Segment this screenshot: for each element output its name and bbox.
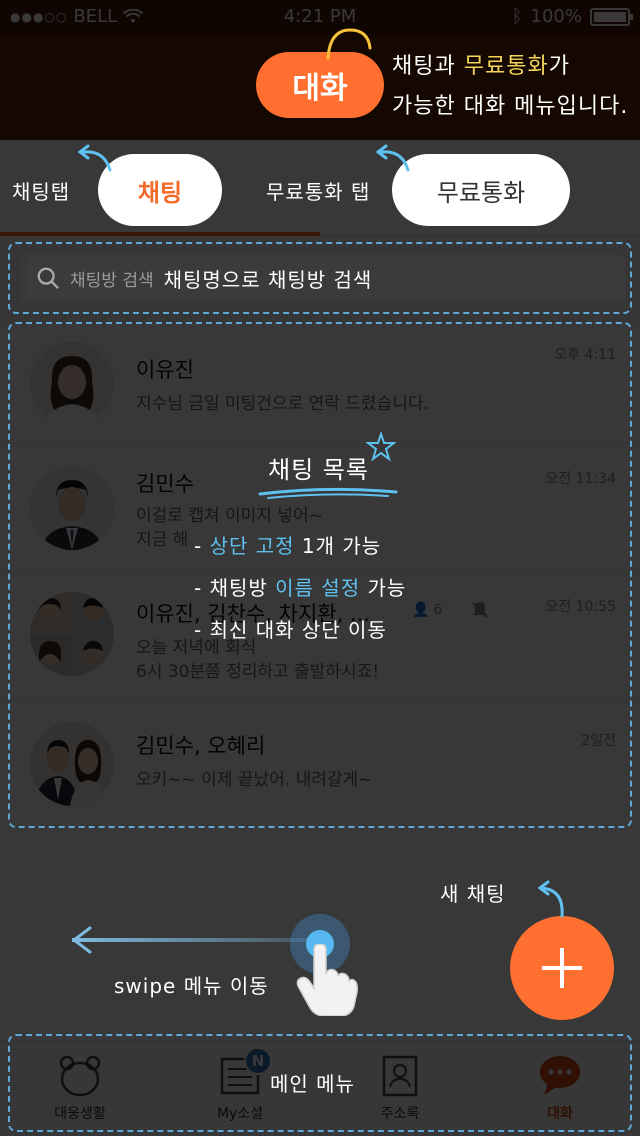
underline-scribble-icon	[258, 487, 398, 499]
curved-arrow-icon	[537, 880, 564, 918]
nav-label: 대화	[547, 1106, 573, 1122]
list-note-title: 채팅 목록	[268, 456, 369, 484]
contact-book-icon	[382, 1055, 418, 1097]
title-note-line1: 채팅과 무료통화가	[392, 48, 570, 80]
bluetooth-icon: ᛒ	[511, 6, 523, 27]
search-placeholder: 채팅방 검색	[70, 270, 154, 291]
note-text: 1개 가능	[294, 534, 382, 558]
note-text: - 채팅방	[194, 576, 276, 600]
couple-avatar-icon	[30, 722, 114, 806]
nav-item-conversation[interactable]: 대화	[480, 1041, 640, 1136]
tab-free-call[interactable]: 무료통화	[392, 154, 570, 226]
group-avatar	[30, 722, 114, 806]
nav-label: 대웅생활	[54, 1106, 106, 1122]
person-icon: 👤	[412, 602, 430, 618]
chat-item-4[interactable]: 김민수, 오혜리 오키~~ 이제 끝났어. 내려갈게~ 2일전	[0, 702, 640, 832]
swipe-note: swipe 메뉴 이동	[114, 974, 269, 998]
chat-bubble-icon	[540, 1056, 580, 1095]
list-note-item3: - 최신 대화 상단 이동	[194, 618, 387, 642]
chat-name: 김민수, 오혜리	[136, 734, 266, 758]
chat-message: 오키~~ 이제 끝났어. 내려갈게~	[136, 770, 373, 790]
member-count-value: 6	[433, 602, 443, 618]
group-avatar-icon	[30, 592, 114, 676]
status-right: ᛒ 100%	[511, 6, 633, 27]
member-count: 👤 6	[412, 602, 442, 618]
group-avatar	[30, 592, 114, 676]
star-icon	[366, 432, 396, 462]
menu-title-pill[interactable]: 대화	[256, 52, 384, 118]
chat-message: 지수님 금일 미팅건으로 연락 드렸습니다.	[136, 394, 429, 414]
battery-icon	[590, 7, 633, 26]
avatar	[30, 466, 114, 550]
nav-label: My소셜	[216, 1106, 264, 1122]
chat-message: 이걸로 캡쳐 이미지 넣어~	[136, 506, 323, 526]
nav-item-daewoong-life[interactable]: 대웅생활	[0, 1041, 160, 1136]
chat-item-1[interactable]: 이유진 지수님 금일 미팅건으로 연락 드렸습니다. 오후 4:11	[0, 322, 640, 444]
chat-name: 이유진	[136, 358, 194, 382]
person-avatar-icon	[30, 466, 114, 550]
avatar	[30, 342, 114, 426]
search-note: 채팅명으로 채팅방 검색	[163, 267, 373, 292]
nav-label: 주소록	[380, 1106, 420, 1122]
chat-tab-note: 채팅탭	[12, 180, 71, 204]
list-note-item2: - 채팅방 이름 설정 가능	[194, 572, 406, 601]
swipe-arrow-line	[72, 938, 312, 942]
chat-name: 김민수	[136, 472, 194, 496]
curl-arrow-icon	[326, 28, 372, 60]
person-avatar-icon	[30, 342, 114, 426]
call-tab-note: 무료통화 탭	[266, 180, 371, 204]
note-text: 가	[548, 54, 570, 79]
chat-time: 오후 4:11	[554, 347, 616, 363]
note-highlight: 상단 고정	[209, 534, 295, 558]
search-icon	[37, 267, 59, 289]
note-text: -	[194, 534, 210, 558]
new-badge: N	[244, 1047, 272, 1075]
note-text: 채팅과	[392, 54, 464, 79]
title-note-line2: 가능한 대화 메뉴입니다.	[392, 94, 629, 119]
chat-time: 오전 10:55	[545, 599, 616, 615]
arrow-left-icon	[71, 926, 92, 954]
chat-message-line2: 6시 30분쯤 정리하고 출발하시죠!	[136, 662, 380, 682]
curved-arrow-icon	[77, 144, 112, 172]
search-preview: 채팅방 검색 채팅명으로 채팅방 검색	[26, 256, 626, 300]
curved-arrow-icon	[375, 144, 410, 172]
note-highlight: 무료통화	[463, 54, 549, 79]
main-menu-note: 메인 메뉴	[270, 1072, 355, 1096]
mute-bell-icon	[472, 602, 488, 618]
chat-time: 2일전	[581, 733, 616, 749]
list-note-item1: - 상단 고정 1개 가능	[194, 530, 381, 559]
note-text: 가능	[360, 576, 407, 600]
note-highlight: 이름 설정	[275, 576, 361, 600]
new-chat-button[interactable]	[510, 916, 614, 1020]
chat-message-line2: 지금 해	[136, 530, 189, 550]
bear-icon	[59, 1055, 101, 1097]
hand-pointer-icon	[296, 944, 358, 1016]
battery-percent: 100%	[530, 6, 582, 27]
new-chat-note: 새 채팅	[440, 882, 506, 906]
chat-time: 오전 11:34	[545, 471, 616, 487]
